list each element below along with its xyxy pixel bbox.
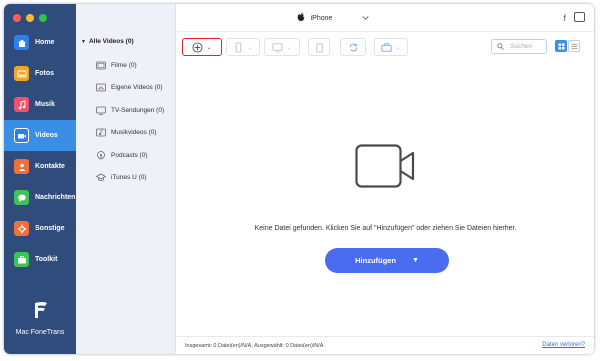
sidebar-item-sonstige[interactable]: Sonstige [4, 213, 76, 244]
category-item-label: Musikvideos (0) [111, 129, 157, 137]
film-icon [96, 61, 106, 70]
sidebar-item-label: Nachrichten [35, 194, 76, 201]
chevron-down-icon: ⌄ [247, 44, 253, 51]
category-item-label: Podcasts (0) [111, 151, 148, 159]
close-window-button[interactable] [13, 14, 21, 22]
sidebar-item-label: Videos [35, 132, 58, 139]
itunes-u-icon [96, 173, 106, 182]
category-item-label: TV-Sendungen (0) [111, 106, 165, 114]
brand: Mac FoneTrans [4, 299, 76, 336]
sidebar-item-nachrichten[interactable]: Nachrichten [4, 182, 76, 213]
grid-view-button[interactable] [555, 40, 567, 52]
computer-export-icon [272, 42, 284, 53]
title-bar: iPhone f [177, 4, 594, 32]
category-list: Filme (0) Eigene Videos (0) TV-Sendungen… [96, 54, 164, 189]
videos-icon [14, 128, 29, 143]
category-pane: ▼ Alle Videos (0) Filme (0) Eigene Videos… [76, 4, 176, 354]
category-title-label: Alle Videos (0) [88, 38, 134, 45]
phone-export-icon [236, 41, 242, 53]
sidebar-item-toolkit[interactable]: Toolkit [4, 244, 76, 275]
chevron-down-icon: ⌄ [286, 44, 292, 51]
minimize-window-button[interactable] [26, 14, 34, 22]
feedback-icon[interactable] [574, 12, 585, 22]
chevron-down-icon: ⌄ [206, 44, 212, 51]
category-item-itunes-u[interactable]: iTunes U (0) [96, 167, 164, 190]
music-video-icon [96, 128, 106, 137]
export-to-pc-button[interactable]: ⌄ [264, 38, 300, 56]
sidebar-item-musik[interactable]: Musik [4, 89, 76, 120]
list-view-button[interactable] [568, 40, 580, 52]
other-icon [14, 221, 29, 236]
category-all-videos[interactable]: ▼ Alle Videos (0) [81, 38, 134, 45]
grid-icon [557, 42, 565, 50]
category-item-musikvideos[interactable]: Musikvideos (0) [96, 122, 164, 145]
sidebar-nav: Home Fotos Musik Videos Kontakte Nachric… [4, 27, 76, 275]
caret-down-icon: ▼ [411, 257, 419, 264]
device-name: iPhone [310, 14, 333, 22]
sidebar-item-label: Home [35, 39, 55, 46]
sidebar-item-label: Kontakte [35, 163, 65, 170]
podcast-icon [96, 150, 106, 160]
music-icon [14, 97, 29, 112]
data-lost-link[interactable]: Daten verloren? [542, 342, 585, 348]
search-input[interactable]: Suchen [491, 39, 547, 54]
sidebar-item-label: Musik [35, 101, 55, 108]
main-area: iPhone f ⌄ ⌄ ⌄ ⌄ Suchen Keine Datei gefu… [177, 4, 594, 354]
toolbar: ⌄ ⌄ ⌄ ⌄ Suchen [177, 32, 594, 62]
search-placeholder: Suchen [510, 43, 533, 50]
category-item-label: Eigene Videos (0) [111, 84, 163, 92]
category-item-label: Filme (0) [111, 61, 137, 69]
apple-icon [297, 12, 305, 24]
home-video-icon [96, 83, 106, 92]
file-summary: Insgesamt: 0 Datei(en)/N/A; Ausgewählt: … [185, 343, 324, 349]
fonetrans-logo-icon [29, 299, 51, 321]
category-item-tv-sendungen[interactable]: TV-Sendungen (0) [96, 99, 164, 122]
brand-name: Mac FoneTrans [15, 329, 65, 336]
plus-circle-icon [192, 41, 204, 53]
search-icon [497, 43, 504, 50]
sidebar-item-home[interactable]: Home [4, 27, 76, 58]
empty-state-message: Keine Datei gefunden. Klicken Sie auf "H… [254, 225, 517, 232]
category-item-filme[interactable]: Filme (0) [96, 54, 164, 77]
toolbox-icon [381, 42, 393, 52]
device-selector[interactable]: iPhone [269, 10, 397, 26]
add-files-label: Hinzufügen [355, 256, 396, 265]
refresh-icon [349, 43, 357, 51]
add-files-button[interactable]: Hinzufügen ▼ [325, 248, 449, 273]
delete-button[interactable] [308, 38, 330, 56]
chevron-down-icon: ⌄ [395, 44, 401, 51]
messages-icon [14, 190, 29, 205]
contacts-icon [14, 159, 29, 174]
toolkit-icon [14, 252, 29, 267]
status-bar: Insgesamt: 0 Datei(en)/N/A; Ausgewählt: … [177, 336, 594, 354]
tv-icon [96, 106, 106, 115]
trash-icon [315, 42, 323, 53]
home-icon [14, 35, 29, 50]
sidebar-item-label: Toolkit [35, 256, 58, 263]
window-controls [13, 14, 47, 22]
sidebar-item-label: Fotos [35, 70, 55, 77]
category-item-podcasts[interactable]: Podcasts (0) [96, 144, 164, 167]
photos-icon [14, 66, 29, 81]
sidebar-item-kontakte[interactable]: Kontakte [4, 151, 76, 182]
zoom-window-button[interactable] [39, 14, 47, 22]
category-item-eigene-videos[interactable]: Eigene Videos (0) [96, 77, 164, 100]
export-to-device-button[interactable]: ⌄ [226, 38, 260, 56]
chevron-down-icon [362, 15, 369, 22]
refresh-button[interactable] [340, 38, 366, 56]
sidebar-item-videos[interactable]: Videos [4, 120, 76, 151]
expand-triangle-icon: ▼ [81, 39, 86, 45]
list-icon [570, 43, 578, 49]
toolbox-button[interactable]: ⌄ [374, 38, 408, 56]
app-window: Home Fotos Musik Videos Kontakte Nachric… [4, 4, 594, 354]
sidebar-item-fotos[interactable]: Fotos [4, 58, 76, 89]
add-file-button[interactable]: ⌄ [182, 38, 222, 56]
category-item-label: iTunes U (0) [111, 174, 147, 182]
video-camera-icon [355, 144, 417, 193]
sidebar-item-label: Sonstige [35, 225, 65, 232]
facebook-icon[interactable]: f [563, 13, 566, 23]
sidebar: Home Fotos Musik Videos Kontakte Nachric… [4, 4, 76, 354]
